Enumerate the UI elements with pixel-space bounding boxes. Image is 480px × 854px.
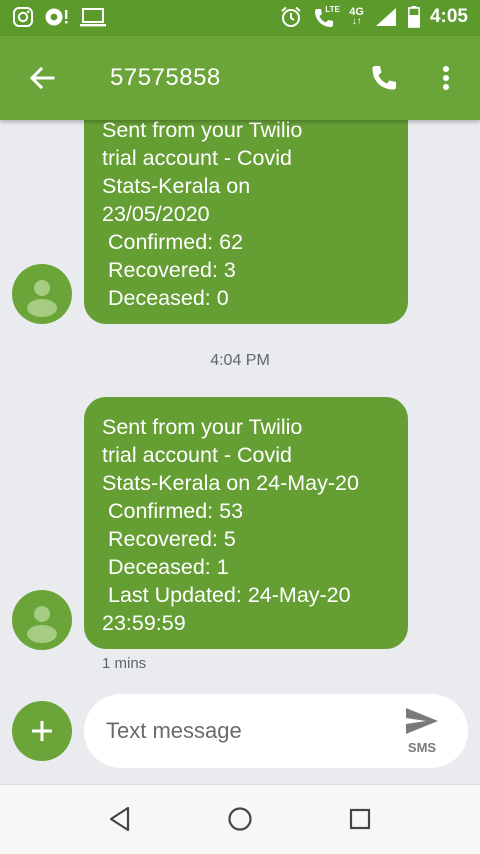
- send-label: SMS: [407, 740, 437, 755]
- navigation-bar: [0, 784, 480, 854]
- clock-time: 4:05: [429, 6, 468, 27]
- composer: SMS: [84, 694, 468, 768]
- message-bubble[interactable]: Sent from your Twilio trial account - Co…: [84, 397, 408, 649]
- plus-icon: [32, 721, 52, 741]
- notification-icon: [45, 8, 68, 26]
- avatar[interactable]: [12, 590, 72, 650]
- alarm-icon: [281, 6, 301, 27]
- home-circle-icon[interactable]: [226, 805, 254, 833]
- battery-icon: [407, 6, 420, 28]
- add-attachment-button[interactable]: [12, 701, 72, 761]
- send-sms-button[interactable]: SMS: [400, 704, 444, 756]
- recents-square-icon[interactable]: [346, 805, 374, 833]
- message-time: 1 mins: [102, 655, 147, 672]
- person-icon: [27, 606, 57, 643]
- back-triangle-icon[interactable]: [106, 805, 134, 833]
- arrow-left-icon[interactable]: [26, 62, 58, 94]
- instagram-icon: [13, 7, 33, 27]
- cast-icon: [80, 8, 106, 27]
- status-bar: LTE 4G ↓↑ 4:05: [0, 0, 480, 36]
- volte-call-icon: LTE: [313, 5, 340, 29]
- message-input[interactable]: [106, 712, 396, 750]
- timestamp-divider: 4:04 PM: [210, 352, 270, 369]
- avatar[interactable]: [12, 264, 72, 324]
- conversation-list[interactable]: Sent from your Twilio trial account - Co…: [0, 120, 480, 688]
- message-bubble[interactable]: Sent from your Twilio trial account - Co…: [84, 120, 408, 324]
- person-icon: [27, 280, 57, 317]
- contact-title: 57575858: [110, 64, 221, 91]
- send-icon: [406, 708, 438, 734]
- signal-icon: [375, 8, 396, 26]
- more-vert-icon[interactable]: [436, 62, 456, 94]
- phone-icon[interactable]: [368, 62, 400, 94]
- app-bar: 57575858: [0, 36, 480, 120]
- network-icon: 4G ↓↑: [349, 6, 364, 27]
- lte-label: LTE: [325, 5, 340, 14]
